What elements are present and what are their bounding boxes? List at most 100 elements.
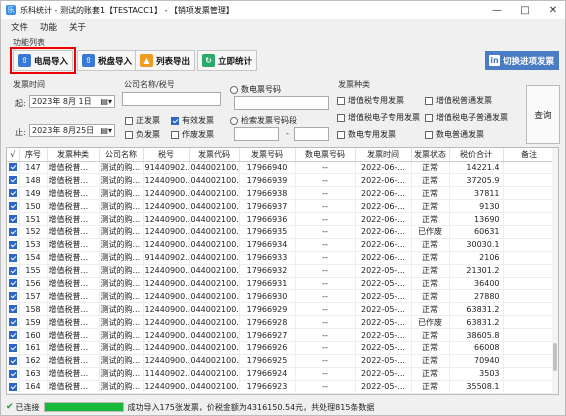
positive-invoice-checkbox[interactable]: 正发票 xyxy=(125,115,160,126)
negative-invoice-checkbox[interactable]: 负发票 xyxy=(125,129,160,140)
checkbox[interactable] xyxy=(337,130,345,139)
calendar-dropdown-icon[interactable]: ▤▾ xyxy=(100,97,112,106)
vat-special-checkbox[interactable]: 增值税专用发票 xyxy=(337,95,404,106)
minimize-icon[interactable]: — xyxy=(483,1,511,19)
row-checkbox[interactable] xyxy=(8,189,17,198)
checkbox[interactable] xyxy=(337,113,345,122)
row-checkbox[interactable] xyxy=(8,202,17,211)
row-checkbox[interactable] xyxy=(8,176,17,185)
row-checkbox[interactable] xyxy=(8,266,17,275)
row-checkbox[interactable] xyxy=(8,318,17,327)
checkbox[interactable] xyxy=(425,130,433,139)
table-row[interactable]: 151 增值税普... 测试的购... 12440900... 044002100...… xyxy=(7,212,556,226)
table-row[interactable]: 162 增值税普... 测试的购... 12440900... 044002100...… xyxy=(7,354,556,368)
row-checkbox-cell[interactable] xyxy=(7,289,20,304)
table-row[interactable]: 159 增值税普... 测试的购... 12440900... 044002100...… xyxy=(7,315,556,330)
vat-e-ordinary-checkbox[interactable]: 增值税电子普通发票 xyxy=(425,112,508,123)
switch-input-invoices-button[interactable]: in 切换进项发票 xyxy=(485,51,559,70)
table-row[interactable]: 155 增值税普... 测试的购... 12440900... 044002100...… xyxy=(7,264,556,278)
column-header[interactable]: 发票状态 xyxy=(411,148,450,162)
checkbox[interactable] xyxy=(425,113,433,122)
row-checkbox-cell[interactable] xyxy=(7,264,20,278)
row-checkbox-cell[interactable] xyxy=(7,354,20,368)
row-checkbox[interactable] xyxy=(8,343,17,352)
row-checkbox-cell[interactable] xyxy=(7,186,20,201)
digital-special-checkbox[interactable]: 数电专用发票 xyxy=(337,129,396,140)
row-checkbox-cell[interactable] xyxy=(7,380,20,394)
tax-disk-import-button[interactable]: ⇧ 税盘导入 xyxy=(77,50,138,71)
row-checkbox[interactable] xyxy=(8,227,17,236)
table-row[interactable]: 152 增值税普... 测试的购... 12440900... 044002100...… xyxy=(7,225,556,239)
valid-invoice-checkbox[interactable]: 有效发票 xyxy=(171,115,214,126)
row-checkbox-cell[interactable] xyxy=(7,328,20,342)
table-row[interactable]: 149 增值税普... 测试的购... 12440900... 044002100...… xyxy=(7,186,556,201)
query-button[interactable]: 查询 xyxy=(526,85,560,144)
column-header[interactable]: 发票种类 xyxy=(47,148,100,162)
table-row[interactable]: 150 增值税普... 测试的购... 12440900... 044002100...… xyxy=(7,199,556,214)
row-checkbox[interactable] xyxy=(8,253,17,262)
vat-ordinary-checkbox[interactable]: 增值税普通发票 xyxy=(425,95,492,106)
table-row[interactable]: 148 增值税普... 测试的购... 12440900... 044002100...… xyxy=(7,173,556,188)
scrollbar-thumb[interactable] xyxy=(553,343,557,371)
row-checkbox-cell[interactable] xyxy=(7,225,20,239)
maximize-icon[interactable]: □ xyxy=(511,1,539,19)
checkbox[interactable] xyxy=(425,96,433,105)
table-row[interactable]: 163 增值税普... 测试的购... 11440902... 044002100...… xyxy=(7,367,556,381)
radio[interactable] xyxy=(230,116,238,125)
row-checkbox-cell[interactable] xyxy=(7,238,20,252)
checkbox[interactable] xyxy=(125,116,133,125)
row-checkbox-cell[interactable] xyxy=(7,277,20,291)
column-header[interactable]: 备注 xyxy=(503,148,556,162)
vat-e-special-checkbox[interactable]: 增值税电子专用发票 xyxy=(337,112,420,123)
table-row[interactable]: 157 增值税普... 测试的购... 12440900... 044002100...… xyxy=(7,289,556,304)
column-header[interactable]: 数电票号码 xyxy=(295,148,356,162)
row-checkbox[interactable] xyxy=(8,240,17,249)
column-header[interactable]: 序号 xyxy=(19,148,48,162)
table-row[interactable]: 153 增值税普... 测试的购... 12440900... 044002100...… xyxy=(7,238,556,252)
row-checkbox-cell[interactable] xyxy=(7,173,20,188)
table-row[interactable]: 161 增值税普... 测试的购... 12440900... 044002100...… xyxy=(7,341,556,355)
invoice-range-radio[interactable]: 检索发票号码段 xyxy=(230,115,297,126)
range-start-input[interactable] xyxy=(234,127,279,141)
void-invoice-checkbox[interactable]: 作废发票 xyxy=(171,129,214,140)
column-header[interactable]: √ xyxy=(7,148,20,162)
checkbox[interactable] xyxy=(171,130,179,139)
row-checkbox-cell[interactable] xyxy=(7,212,20,226)
row-checkbox-cell[interactable] xyxy=(7,302,20,317)
digital-ordinary-checkbox[interactable]: 数电普通发票 xyxy=(425,129,484,140)
digital-invoice-number-radio[interactable]: 数电票号码 xyxy=(230,84,281,95)
table-row[interactable]: 160 增值税普... 测试的购... 12440900... 044002100...… xyxy=(7,328,556,342)
row-checkbox[interactable] xyxy=(8,369,17,378)
row-checkbox-cell[interactable] xyxy=(7,315,20,330)
row-checkbox[interactable] xyxy=(8,163,17,172)
row-checkbox[interactable] xyxy=(8,382,17,391)
calendar-dropdown-icon[interactable]: ▤▾ xyxy=(100,126,112,135)
row-checkbox[interactable] xyxy=(8,279,17,288)
table-row[interactable]: 158 增值税普... 测试的购... 12440900... 044002100...… xyxy=(7,302,556,317)
table-row[interactable]: 164 增值税普... 测试的购... 12440900... 044002100...… xyxy=(7,380,556,394)
column-header[interactable]: 发票号码 xyxy=(239,148,296,162)
vertical-scrollbar[interactable] xyxy=(552,148,558,394)
list-export-button[interactable]: ▲ 列表导出 xyxy=(135,50,196,71)
row-checkbox[interactable] xyxy=(8,305,17,314)
from-date-picker[interactable]: 2023年 8月 1日 ▤▾ xyxy=(29,95,115,108)
table-row[interactable]: 156 增值税普... 测试的购... 12440900... 044002100...… xyxy=(7,277,556,291)
company-input[interactable] xyxy=(122,92,221,106)
column-header[interactable]: 发票时间 xyxy=(355,148,412,162)
table-row[interactable]: 154 增值税普... 测试的购... 91440902... 044002100...… xyxy=(7,251,556,265)
row-checkbox-cell[interactable] xyxy=(7,341,20,355)
row-checkbox[interactable] xyxy=(8,292,17,301)
row-checkbox[interactable] xyxy=(8,215,17,223)
row-checkbox[interactable] xyxy=(8,331,17,340)
checkbox[interactable] xyxy=(125,130,133,139)
statistics-now-button[interactable]: ↻ 立即统计 xyxy=(197,50,258,71)
column-header[interactable]: 税号 xyxy=(143,148,190,162)
tax-bureau-import-button[interactable]: ⇧ 电局导入 xyxy=(9,47,77,74)
menu-about[interactable]: 关于 xyxy=(69,21,86,33)
to-date-picker[interactable]: 2023年 8月25日 ▤▾ xyxy=(29,124,115,137)
menu-function[interactable]: 功能 xyxy=(40,21,57,33)
row-checkbox[interactable] xyxy=(8,356,17,365)
row-checkbox-cell[interactable] xyxy=(7,367,20,381)
checkbox[interactable] xyxy=(337,96,345,105)
row-checkbox-cell[interactable] xyxy=(7,199,20,214)
